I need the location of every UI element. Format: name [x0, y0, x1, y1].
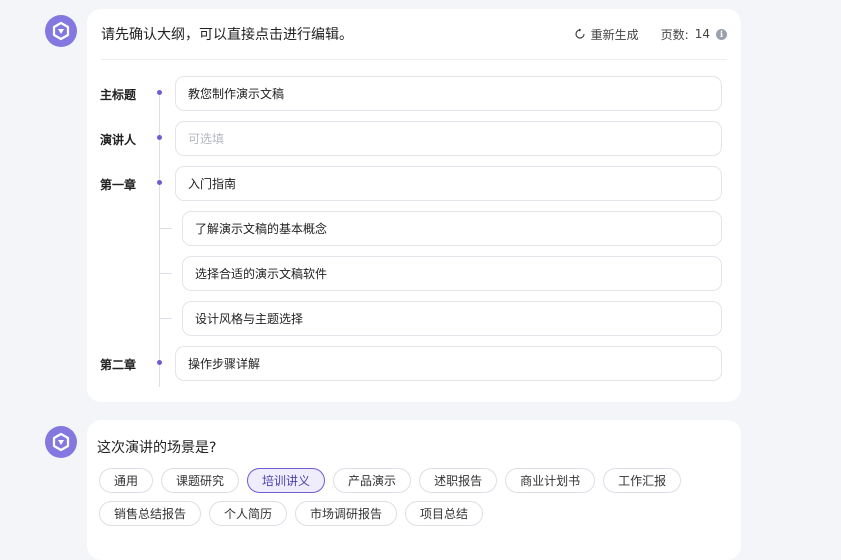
scene-tag[interactable]: 产品演示 [333, 468, 412, 493]
timeline-dot [157, 360, 162, 365]
main-title-label: 主标题 [100, 88, 137, 102]
scene-tag[interactable]: 市场调研报告 [295, 501, 398, 526]
chapter1-label: 第一章 [100, 178, 137, 192]
outline-card: 请先确认大纲，可以直接点击进行编辑。 重新生成 页数: 14 i 主标题 教您制… [87, 9, 741, 402]
main-title-input[interactable]: 教您制作演示文稿 [175, 76, 722, 111]
chapter1-value: 入门指南 [188, 177, 237, 191]
assistant-avatar [45, 15, 77, 47]
scene-tag[interactable]: 项目总结 [405, 501, 484, 526]
scene-tag[interactable]: 商业计划书 [505, 468, 596, 493]
chapter2-label: 第二章 [100, 358, 137, 372]
info-icon[interactable]: i [716, 28, 727, 40]
chapter1-input[interactable]: 入门指南 [175, 166, 722, 201]
scene-tag[interactable]: 工作汇报 [603, 468, 682, 493]
regenerate-label: 重新生成 [590, 27, 639, 42]
scene-tag[interactable]: 个人简历 [209, 501, 288, 526]
assistant-logo-icon [52, 21, 70, 41]
scene-tag[interactable]: 课题研究 [161, 468, 240, 493]
speaker-input[interactable]: 可选填 [175, 121, 722, 156]
section-input[interactable]: 了解演示文稿的基本概念 [182, 211, 722, 246]
tag-row: 销售总结报告 个人简历 市场调研报告 项目总结 [99, 501, 719, 526]
timeline-branch [160, 228, 172, 229]
chapter2-value: 操作步骤详解 [188, 357, 261, 371]
scene-tag[interactable]: 销售总结报告 [99, 501, 202, 526]
refresh-icon [575, 28, 585, 39]
scene-question: 这次演讲的场景是? [97, 440, 217, 456]
timeline-dot [157, 180, 162, 185]
assistant-logo-icon [52, 432, 70, 452]
page-count: 页数: 14 i [661, 26, 727, 43]
timeline-dot [157, 90, 162, 95]
scene-tags: 通用 课题研究 培训讲义 产品演示 述职报告 商业计划书 工作汇报 销售总结报告 个人简历 市场… [99, 468, 719, 534]
speaker-placeholder: 可选填 [188, 132, 225, 146]
main-title-value: 教您制作演示文稿 [188, 87, 285, 101]
timeline-branch [160, 273, 172, 274]
outline-title: 请先确认大纲，可以直接点击进行编辑。 [101, 27, 353, 43]
scene-tag[interactable]: 培训讲义 [247, 468, 326, 493]
scene-tag[interactable]: 通用 [99, 468, 154, 493]
timeline-branch [160, 318, 172, 319]
scene-tag[interactable]: 述职报告 [419, 468, 498, 493]
outline-header: 请先确认大纲，可以直接点击进行编辑。 重新生成 页数: 14 i [101, 9, 727, 60]
regenerate-button[interactable]: 重新生成 [574, 26, 639, 43]
chapter2-input[interactable]: 操作步骤详解 [175, 346, 722, 381]
scene-card: 这次演讲的场景是? 通用 课题研究 培训讲义 产品演示 述职报告 商业计划书 工作汇报 销售… [87, 420, 741, 560]
tag-row: 通用 课题研究 培训讲义 产品演示 述职报告 商业计划书 工作汇报 [99, 468, 719, 493]
section-value: 选择合适的演示文稿软件 [195, 267, 328, 281]
section-input[interactable]: 设计风格与主题选择 [182, 301, 722, 336]
timeline-dot [157, 135, 162, 140]
pages-count: 14 [694, 27, 710, 41]
pages-label: 页数: [660, 27, 689, 42]
speaker-label: 演讲人 [100, 133, 137, 147]
section-value: 设计风格与主题选择 [195, 312, 304, 326]
assistant-avatar [45, 426, 77, 458]
section-input[interactable]: 选择合适的演示文稿软件 [182, 256, 722, 291]
section-value: 了解演示文稿的基本概念 [195, 222, 328, 236]
